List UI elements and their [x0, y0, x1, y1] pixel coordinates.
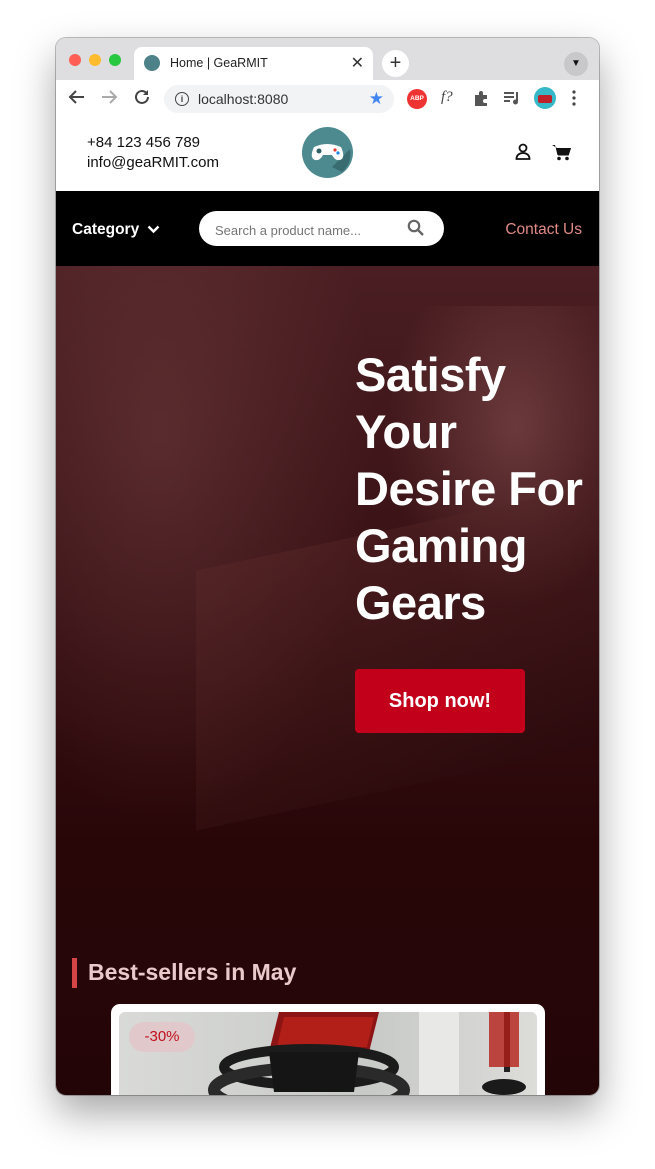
font-extension-icon[interactable]: f?	[441, 89, 453, 109]
tab-strip: Home | GeaRMIT ✕ + ▼	[56, 38, 599, 80]
more-vert-icon[interactable]	[572, 90, 576, 111]
search-input[interactable]	[213, 219, 402, 241]
site-header: +84 123 456 789 info@geaRMIT.com	[56, 118, 599, 191]
browser-window: Home | GeaRMIT ✕ + ▼ i localhost:8080 ★ …	[56, 38, 599, 1095]
main-navbar: Category Contact Us	[56, 191, 599, 266]
browser-toolbar: i localhost:8080 ★ ABP f?	[56, 80, 599, 119]
bestsellers-title: Best-sellers in May	[88, 959, 297, 985]
forward-icon[interactable]	[100, 88, 118, 111]
chevron-down-icon	[147, 221, 160, 239]
phone-number: +84 123 456 789	[87, 134, 201, 151]
close-window-button[interactable]	[69, 54, 81, 66]
new-tab-button[interactable]: +	[382, 50, 409, 77]
reload-icon[interactable]	[133, 88, 151, 111]
zoom-window-button[interactable]	[109, 54, 121, 66]
tab-search-button[interactable]: ▼	[564, 52, 588, 76]
user-icon[interactable]	[515, 143, 531, 165]
tab-close-icon[interactable]: ✕	[351, 53, 364, 73]
star-icon[interactable]: ★	[369, 89, 384, 109]
cart-icon[interactable]	[552, 144, 571, 166]
contact-us-link[interactable]: Contact Us	[505, 221, 582, 239]
tab-home[interactable]: Home | GeaRMIT ✕	[134, 47, 373, 80]
minimize-window-button[interactable]	[89, 54, 101, 66]
profile-avatar[interactable]	[534, 87, 556, 109]
search-icon[interactable]	[407, 219, 424, 241]
hero-title-line: Gaming	[355, 519, 527, 572]
hero-title: Satisfy Your Desire For Gaming Gears	[355, 346, 590, 631]
hero-title-line: Your	[355, 405, 457, 458]
gamepad-logo[interactable]	[302, 127, 353, 178]
category-label: Category	[72, 221, 140, 239]
address-bar[interactable]: i localhost:8080 ★	[164, 85, 394, 113]
discount-badge: -30%	[129, 1022, 195, 1052]
section-accent-bar	[72, 958, 77, 988]
hero-title-line: Satisfy	[355, 348, 506, 401]
shop-now-button[interactable]: Shop now!	[355, 669, 525, 733]
tab-favicon	[144, 55, 160, 71]
hero-title-line: Desire For	[355, 462, 583, 515]
product-image: -30%	[119, 1012, 537, 1095]
back-icon[interactable]	[68, 88, 86, 111]
product-card[interactable]: -30%	[111, 1004, 545, 1095]
product-search[interactable]	[199, 211, 444, 246]
url-text: localhost:8080	[198, 91, 289, 107]
hero-title-line: Gears	[355, 576, 486, 629]
email-address: info@geaRMIT.com	[87, 154, 219, 171]
puzzle-icon[interactable]	[472, 89, 490, 112]
adblock-icon[interactable]: ABP	[407, 89, 427, 109]
tab-title: Home | GeaRMIT	[170, 56, 268, 70]
category-dropdown[interactable]: Category	[72, 221, 160, 239]
info-icon[interactable]: i	[175, 92, 189, 106]
media-icon[interactable]	[503, 90, 521, 111]
hero-banner: Satisfy Your Desire For Gaming Gears Sho…	[56, 266, 599, 1095]
